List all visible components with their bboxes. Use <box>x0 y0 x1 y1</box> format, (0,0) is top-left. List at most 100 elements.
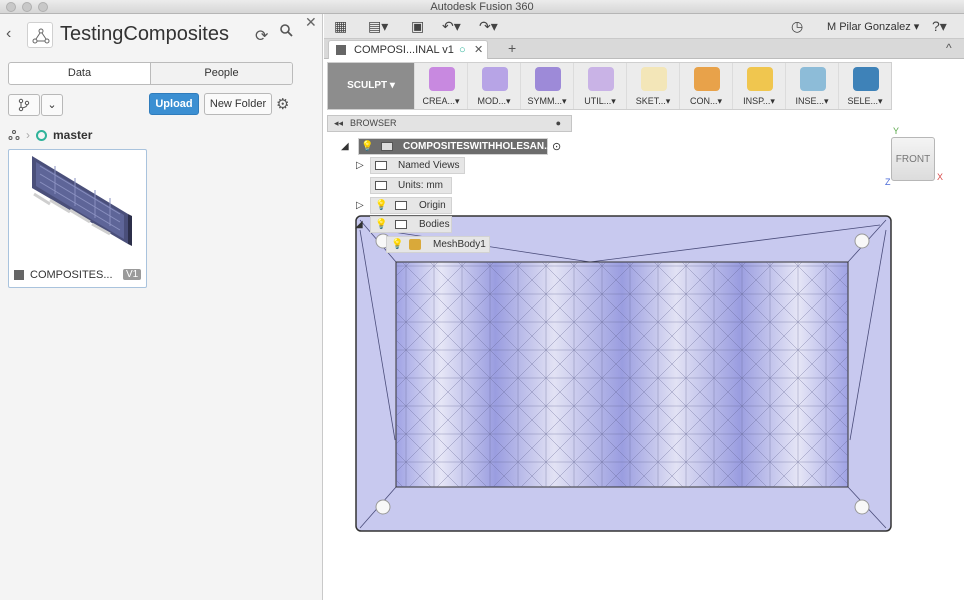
visibility-bulb-icon[interactable]: 💡 <box>375 198 387 213</box>
project-root-icon[interactable] <box>8 129 20 141</box>
browser-item-units[interactable]: Units: mm <box>370 177 452 194</box>
symmetry-menu[interactable]: SYMM...▾ <box>520 63 573 109</box>
x-axis-label: X <box>937 172 944 182</box>
folder-icon <box>375 161 387 170</box>
mesh-body[interactable] <box>355 215 892 532</box>
application-bar: ▦ ▤▾ ▣ ↶▾ ↷▾ ◷ M Pilar Gonzalez ▾ ?▾ <box>324 14 964 39</box>
refresh-icon[interactable]: ⟳ <box>255 26 268 46</box>
construct-icon <box>694 67 720 91</box>
select-icon <box>853 67 879 91</box>
branch-name[interactable]: master <box>53 128 92 142</box>
apps-grid-icon[interactable]: ▦ <box>334 18 347 35</box>
browser-item-origin[interactable]: 💡 Origin <box>370 197 452 214</box>
redo-icon[interactable]: ↷▾ <box>479 18 498 35</box>
viewcube-front[interactable]: FRONT <box>891 137 935 181</box>
folder-icon <box>395 220 407 229</box>
data-panel: ‹ TestingComposites ⟳ ✕ Data People ⌄ Up… <box>0 14 323 600</box>
close-tab-icon[interactable]: ✕ <box>474 41 483 59</box>
gear-icon[interactable]: ⚙ <box>276 95 289 113</box>
breadcrumb-separator-icon: › <box>26 128 30 142</box>
modify-menu[interactable]: MOD...▾ <box>467 63 520 109</box>
upload-button[interactable]: Upload <box>149 93 199 115</box>
sketch-menu[interactable]: SKET...▾ <box>626 63 679 109</box>
expand-root-icon[interactable]: ◢ <box>341 141 349 152</box>
hole-marker <box>854 499 870 515</box>
help-icon[interactable]: ?▾ <box>932 18 947 35</box>
user-menu[interactable]: M Pilar Gonzalez ▾ <box>827 20 919 33</box>
ribbon-toolbar: SCULPT ▾ CREA...▾ MOD...▾ SYMM...▾ UTIL.… <box>327 62 892 110</box>
y-axis-label: Y <box>893 126 900 136</box>
design-file-icon <box>336 45 346 55</box>
symmetry-icon <box>535 67 561 91</box>
expand-named-views-icon[interactable]: ▷ <box>356 160 364 171</box>
activate-component-icon[interactable]: ⊙ <box>552 140 561 153</box>
file-thumbnail <box>32 156 132 246</box>
document-tab[interactable]: COMPOSI...INAL v1 ○ ✕ <box>328 40 488 59</box>
mesh-body-icon <box>409 239 421 250</box>
utilities-menu[interactable]: UTIL...▾ <box>573 63 626 109</box>
branch-icon <box>18 98 30 112</box>
insert-menu[interactable]: INSE...▾ <box>785 63 838 109</box>
zoom-window-icon[interactable] <box>38 2 48 12</box>
browser-item-mesh-body[interactable]: 💡 MeshBody1 <box>386 236 490 253</box>
visibility-bulb-icon[interactable]: 💡 <box>361 139 373 154</box>
file-card[interactable]: COMPOSITES... V1 <box>8 149 147 288</box>
design-file-icon <box>14 270 24 280</box>
select-menu[interactable]: SELE...▾ <box>838 63 891 109</box>
visibility-bulb-icon[interactable]: 💡 <box>375 217 387 232</box>
z-axis-label: Z <box>885 177 891 187</box>
collapse-ribbon-icon[interactable]: ^ <box>946 41 952 55</box>
window-title-bar: Autodesk Fusion 360 <box>0 0 964 14</box>
project-icon <box>27 22 53 48</box>
sync-status-icon: ○ <box>459 44 466 56</box>
create-menu[interactable]: CREA...▾ <box>414 63 467 109</box>
document-tab-label: COMPOSI...INAL v1 <box>354 44 454 56</box>
construct-menu[interactable]: CON...▾ <box>679 63 732 109</box>
browser-item-named-views[interactable]: Named Views <box>370 157 465 174</box>
window-title: Autodesk Fusion 360 <box>430 1 534 13</box>
add-tab-icon[interactable]: + <box>508 40 516 56</box>
visibility-bulb-icon[interactable]: 💡 <box>391 237 403 252</box>
save-icon[interactable]: ▣ <box>411 18 424 35</box>
tab-data[interactable]: Data <box>9 63 150 84</box>
units-document-icon <box>375 181 387 190</box>
close-panel-icon[interactable]: ✕ <box>305 14 317 31</box>
expand-origin-icon[interactable]: ▷ <box>356 200 364 211</box>
tab-people[interactable]: People <box>150 63 292 84</box>
browser-title: BROWSER <box>350 118 397 128</box>
branch-dropdown-button[interactable]: ⌄ <box>41 94 63 116</box>
back-icon[interactable]: ‹ <box>6 25 11 43</box>
collapse-browser-icon[interactable]: ◂◂ <box>334 116 343 131</box>
branch-button[interactable] <box>8 94 40 116</box>
browser-pin-icon[interactable]: ● <box>556 116 561 131</box>
component-icon <box>381 142 393 151</box>
browser-root-node[interactable]: 💡 COMPOSITESWITHHOLESAN... <box>358 138 552 155</box>
utilities-icon <box>588 67 614 91</box>
inspect-ruler-icon <box>747 67 773 91</box>
document-tab-bar: COMPOSI...INAL v1 ○ ✕ + ^ <box>324 39 964 59</box>
file-menu-icon[interactable]: ▤▾ <box>368 18 388 35</box>
collapse-bodies-icon[interactable]: ◢ <box>355 219 363 230</box>
browser-panel-header[interactable]: ◂◂ BROWSER ● <box>327 115 572 132</box>
browser-item-bodies[interactable]: 💡 Bodies <box>370 216 452 233</box>
search-icon[interactable] <box>280 24 293 40</box>
close-window-icon[interactable] <box>6 2 16 12</box>
version-badge: V1 <box>123 269 142 280</box>
create-box-icon <box>429 67 455 91</box>
minimize-window-icon[interactable] <box>22 2 32 12</box>
branch-icon <box>36 129 47 141</box>
workspace-switcher[interactable]: SCULPT ▾ <box>328 63 414 109</box>
inspect-menu[interactable]: INSP...▾ <box>732 63 785 109</box>
file-name: COMPOSITES... <box>30 269 113 281</box>
insert-image-icon <box>800 67 826 91</box>
project-title: TestingComposites <box>60 23 229 45</box>
hole-marker <box>375 499 391 515</box>
folder-icon <box>395 201 407 210</box>
hole-marker <box>854 233 870 249</box>
data-people-tabs: Data People <box>8 62 293 85</box>
undo-icon[interactable]: ↶▾ <box>442 18 461 35</box>
modify-icon <box>482 67 508 91</box>
sketch-icon <box>641 67 667 91</box>
job-status-clock-icon[interactable]: ◷ <box>791 18 803 35</box>
new-folder-button[interactable]: New Folder <box>204 93 272 115</box>
